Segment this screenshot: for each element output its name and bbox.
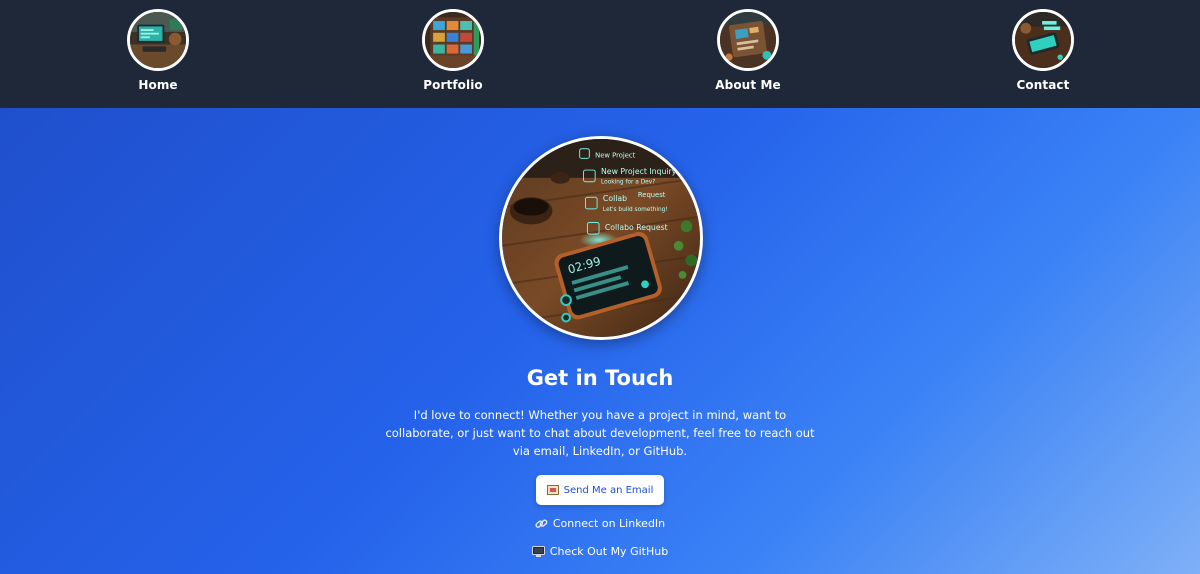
- contact-description: I'd love to connect! Whether you have a …: [385, 408, 815, 458]
- svg-text:New Project: New Project: [595, 151, 635, 159]
- contact-hero: New Project New Project Inquiry! Looking…: [0, 108, 1200, 574]
- nav-label-home: Home: [138, 78, 178, 92]
- home-thumbnail-icon: [127, 9, 189, 71]
- nav-label-portfolio: Portfolio: [423, 78, 483, 92]
- email-icon: [546, 485, 559, 495]
- nav-item-portfolio[interactable]: Portfolio: [393, 9, 513, 92]
- svg-text:Looking for a Dev?: Looking for a Dev?: [601, 180, 655, 186]
- github-link[interactable]: Check Out My GitHub: [0, 545, 1200, 558]
- linkedin-link[interactable]: Connect on LinkedIn: [0, 517, 1200, 530]
- nav-item-about[interactable]: About Me: [688, 9, 808, 92]
- nav-label-contact: Contact: [1016, 78, 1070, 92]
- svg-text:Let's build something!: Let's build something!: [603, 207, 668, 213]
- svg-text:New Project Inquiry!: New Project Inquiry!: [601, 167, 679, 176]
- contact-hero-image: New Project New Project Inquiry! Looking…: [499, 136, 703, 340]
- page-title: Get in Touch: [526, 366, 674, 390]
- nav-label-about: About Me: [715, 78, 781, 92]
- linkedin-link-label: Connect on LinkedIn: [552, 517, 666, 530]
- nav-item-home[interactable]: Home: [98, 9, 218, 92]
- portfolio-thumbnail-icon: [422, 9, 484, 71]
- svg-text:Request: Request: [638, 191, 666, 199]
- send-email-label: Send Me an Email: [563, 484, 654, 496]
- send-email-button[interactable]: Send Me an Email: [536, 475, 664, 505]
- link-icon: [535, 518, 548, 530]
- computer-icon: [531, 545, 545, 558]
- svg-text:Collabo Request: Collabo Request: [605, 223, 668, 232]
- svg-text:Collab: Collab: [603, 194, 627, 203]
- top-navigation: Home Portfolio About Me Contact: [0, 0, 1200, 108]
- github-link-label: Check Out My GitHub: [549, 545, 669, 558]
- nav-item-contact[interactable]: Contact: [983, 9, 1103, 92]
- contact-thumbnail-icon: [1012, 9, 1074, 71]
- about-thumbnail-icon: [717, 9, 779, 71]
